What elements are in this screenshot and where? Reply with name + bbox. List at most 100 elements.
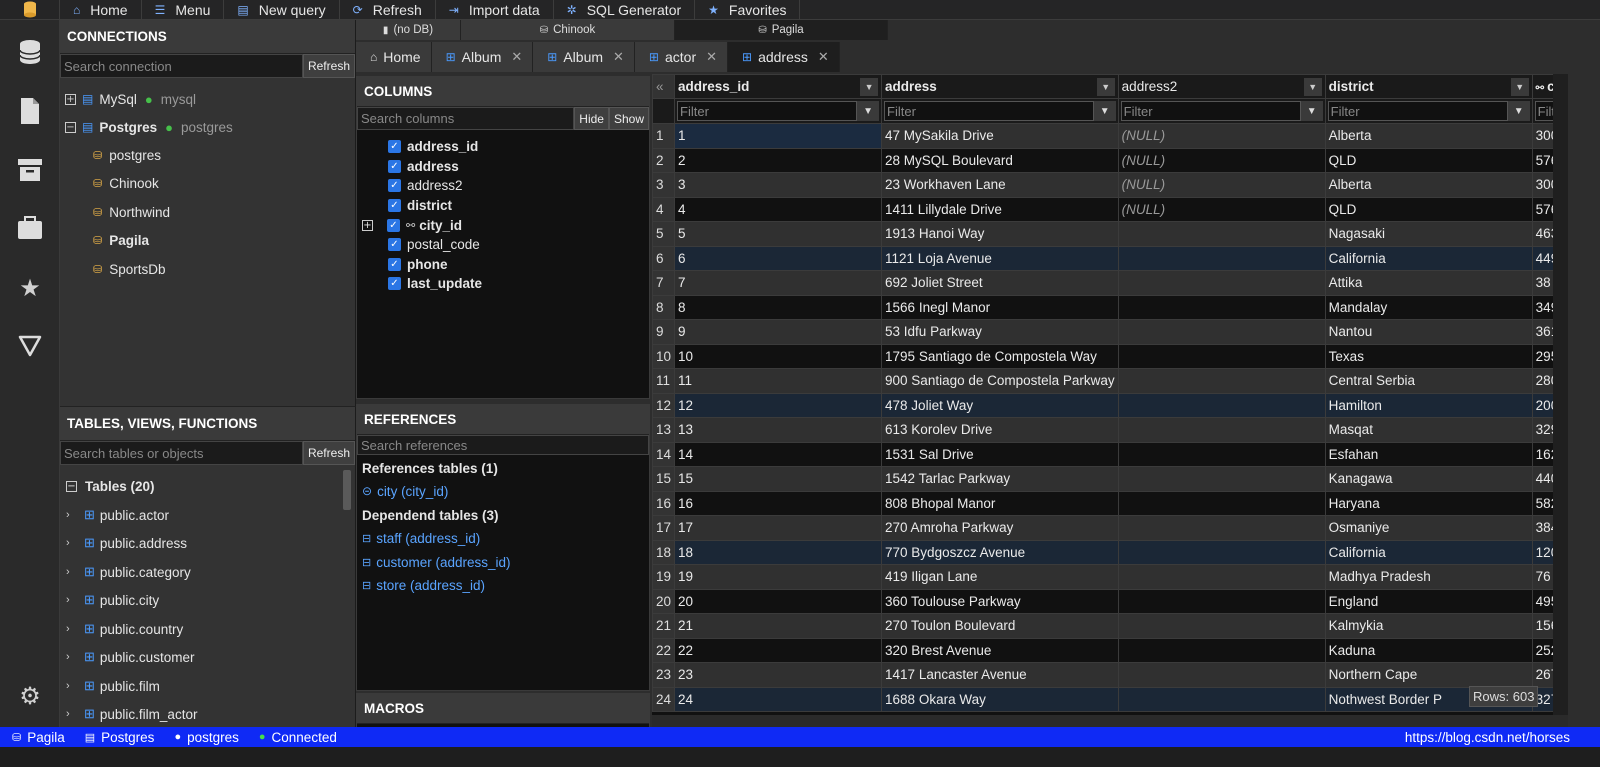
grid-cell[interactable]: 20: [674, 588, 883, 614]
grid-cell[interactable]: 15: [674, 466, 883, 492]
grid-cell[interactable]: [1117, 490, 1326, 516]
database-item-northwind[interactable]: ⛁ Northwind: [93, 201, 170, 223]
archive-icon[interactable]: [14, 154, 46, 186]
grid-cell[interactable]: [1117, 539, 1326, 565]
macros-title[interactable]: MACROS: [357, 694, 649, 724]
grid-cell[interactable]: 1411 Lillydale Drive: [881, 196, 1119, 222]
column-item-last-update[interactable]: ✓ last_update: [388, 273, 482, 293]
grid-cell[interactable]: 1531 Sal Drive: [881, 441, 1119, 467]
grid-cell[interactable]: [1117, 294, 1326, 320]
close-icon[interactable]: ✕: [613, 49, 624, 65]
expand-icon[interactable]: +: [65, 93, 76, 105]
grid-cell[interactable]: QLD: [1324, 196, 1533, 222]
grid-cell[interactable]: Kalmykia: [1324, 613, 1533, 639]
table-row[interactable]: 1313613 Korolev DriveMasqat329▤45844: [652, 417, 1568, 443]
grid-cell[interactable]: [1117, 613, 1326, 639]
grid-cell[interactable]: [1117, 319, 1326, 345]
tables-scrollbar[interactable]: [343, 470, 351, 510]
grid-cell[interactable]: 11: [674, 368, 883, 394]
grid-cell[interactable]: [1117, 588, 1326, 614]
filter-input-address2[interactable]: [1120, 101, 1301, 121]
grid-cell[interactable]: 270 Amroha Parkway: [881, 515, 1119, 541]
grid-cell[interactable]: Alberta: [1324, 172, 1533, 198]
grid-cell[interactable]: [1117, 417, 1326, 443]
chevron-down-icon[interactable]: ▼: [1510, 77, 1529, 96]
dependent-link[interactable]: ⊟ customer (address_id): [362, 551, 511, 573]
grid-cell[interactable]: Central Serbia: [1324, 368, 1533, 394]
grid-cell[interactable]: [1117, 441, 1326, 467]
grid-cell[interactable]: (NULL): [1117, 147, 1326, 173]
grid-cell[interactable]: Texas: [1324, 343, 1533, 369]
search-connection-input[interactable]: [60, 54, 303, 78]
reference-link[interactable]: ⊝ city (city_id): [362, 480, 448, 502]
filter-icon[interactable]: ▼: [1300, 101, 1323, 121]
grid-cell[interactable]: Kaduna: [1324, 637, 1533, 663]
database-item-sportsdb[interactable]: ⛁ SportsDb: [93, 258, 166, 280]
tab-actor[interactable]: ⊞ actor ✕: [634, 42, 729, 72]
connection-tab-pagila[interactable]: ⛁ Pagila: [675, 20, 888, 40]
grid-cell[interactable]: [1117, 515, 1326, 541]
grid-horizontal-scrollbar[interactable]: [652, 715, 1568, 727]
grid-cell[interactable]: Nagasaki: [1324, 221, 1533, 247]
sql-generator-button[interactable]: ✲ SQL Generator: [554, 0, 696, 20]
table-item[interactable]: › ⊞ public.actor: [66, 504, 169, 526]
table-row[interactable]: 441411 Lillydale Drive(NULL)QLD576▤: [652, 196, 1568, 222]
chevron-down-icon[interactable]: ▼: [860, 77, 879, 96]
table-row[interactable]: 2020360 Toulouse ParkwayEngland495▤54308: [652, 588, 1568, 614]
chevron-right-icon[interactable]: ›: [66, 623, 84, 635]
filter-icon[interactable]: ▼: [857, 101, 880, 121]
grid-cell[interactable]: 3: [674, 172, 883, 198]
column-item-phone[interactable]: ✓ phone: [388, 254, 448, 274]
checkbox-checked-icon[interactable]: ✓: [388, 178, 401, 192]
checkbox-checked-icon[interactable]: ✓: [388, 237, 401, 251]
tables-group[interactable]: − Tables (20): [66, 475, 155, 497]
table-row[interactable]: 10 10 1795 Santiago de Compostela Way Texas…: [652, 343, 1568, 369]
table-row[interactable]: 24241688 Okara WayNothwest Border P327▤2…: [652, 686, 1568, 712]
grid-cell[interactable]: [1117, 221, 1326, 247]
chevron-down-icon[interactable]: ▼: [1303, 77, 1322, 96]
grid-cell[interactable]: Hamilton: [1324, 392, 1533, 418]
grid-cell[interactable]: 5: [674, 221, 883, 247]
grid-cell[interactable]: Kanagawa: [1324, 466, 1533, 492]
grid-cell[interactable]: 10: [674, 343, 883, 369]
column-header-address-id[interactable]: address_id ▼: [674, 74, 883, 99]
chevron-down-icon[interactable]: ▼: [1096, 77, 1115, 96]
grid-cell[interactable]: [1117, 564, 1326, 590]
grid-cell[interactable]: 4: [674, 196, 883, 222]
grid-cell[interactable]: 360 Toulouse Parkway: [881, 588, 1119, 614]
table-row[interactable]: 77692 Joliet StreetAttika38▤83579: [652, 270, 1568, 296]
grid-cell[interactable]: [1117, 368, 1326, 394]
column-item-address[interactable]: ✓ address: [388, 156, 459, 176]
table-item[interactable]: › ⊞ public.category: [66, 561, 191, 583]
hide-columns-button[interactable]: Hide: [574, 107, 609, 130]
grid-cell[interactable]: 270 Toulon Boulevard: [881, 613, 1119, 639]
search-columns-input[interactable]: [357, 107, 575, 130]
grid-cell[interactable]: Attika: [1324, 270, 1533, 296]
grid-cell[interactable]: 6: [674, 245, 883, 271]
dependent-link[interactable]: ⊟ store (address_id): [362, 574, 485, 596]
grid-cell[interactable]: 478 Joliet Way: [881, 392, 1119, 418]
table-row[interactable]: 23 23 1417 Lancaster Avenue Northern Cape 26…: [652, 662, 1568, 688]
table-item[interactable]: › ⊞ public.city: [66, 589, 159, 611]
grid-cell[interactable]: 12: [674, 392, 883, 418]
status-database[interactable]: ⛁ Pagila: [12, 730, 65, 745]
grid-cell[interactable]: [1117, 270, 1326, 296]
grid-cell[interactable]: Madhya Pradesh: [1324, 564, 1533, 590]
grid-cell[interactable]: 1121 Loja Avenue: [881, 245, 1119, 271]
connections-refresh-button[interactable]: Refresh: [302, 54, 355, 78]
grid-cell[interactable]: (NULL): [1117, 172, 1326, 198]
grid-cell[interactable]: California: [1324, 245, 1533, 271]
show-columns-button[interactable]: Show: [608, 107, 649, 130]
grid-cell[interactable]: 8: [674, 294, 883, 320]
grid-cell[interactable]: [1117, 637, 1326, 663]
grid-vertical-scrollbar[interactable]: [1553, 74, 1568, 715]
chevron-right-icon[interactable]: ›: [66, 537, 84, 549]
status-server[interactable]: ▤ Postgres: [85, 730, 155, 745]
grid-cell[interactable]: [1117, 686, 1326, 712]
grid-cell[interactable]: [1117, 245, 1326, 271]
grid-cell[interactable]: [1117, 392, 1326, 418]
grid-cell[interactable]: 22: [674, 637, 883, 663]
grid-cell[interactable]: 320 Brest Avenue: [881, 637, 1119, 663]
table-row[interactable]: 2228 MySQL Boulevard(NULL)QLD576▤: [652, 147, 1568, 173]
grid-cell[interactable]: 13: [674, 417, 883, 443]
